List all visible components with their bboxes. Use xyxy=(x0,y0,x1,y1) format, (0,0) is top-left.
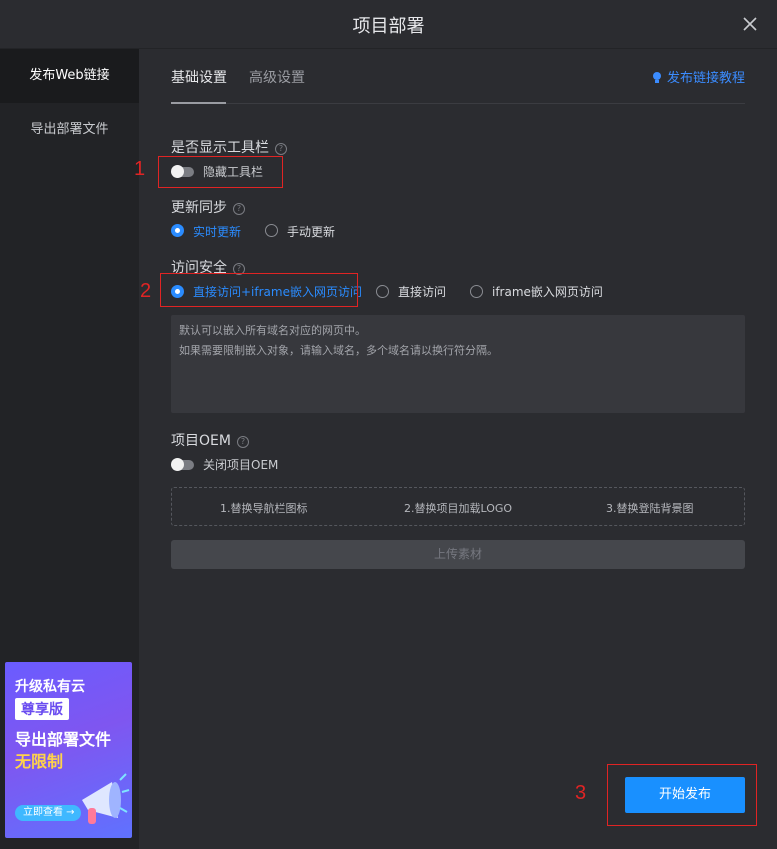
dialog-header: 项目部署 xyxy=(0,0,777,49)
oem-item-navbar-icon[interactable]: 1.替换导航栏图标 xyxy=(220,500,308,516)
annotation-box-1 xyxy=(158,156,283,188)
promo-line4: 无限制 xyxy=(15,752,64,771)
settings-tabs: 基础设置 高级设置 发布链接教程 xyxy=(171,49,745,104)
oem-options-box: 1.替换导航栏图标 2.替换项目加载LOGO 3.替换登陆背景图 xyxy=(171,487,745,526)
textarea-placeholder-line2: 如果需要限制嵌入对象，请输入域名，多个域名请以换行符分隔。 xyxy=(179,344,498,357)
sync-setting-text: 更新同步 xyxy=(171,200,227,216)
upload-material-button[interactable]: 上传素材 xyxy=(171,540,745,569)
megaphone-icon xyxy=(82,773,130,824)
toolbar-setting-text: 是否显示工具栏 xyxy=(171,140,269,156)
promo-view-button[interactable]: 立即查看 → xyxy=(15,805,81,821)
oem-setting-label: 项目OEM? xyxy=(171,430,249,450)
radio-manual-update[interactable] xyxy=(265,224,278,237)
radio-label-direct-access[interactable]: 直接访问 xyxy=(398,283,446,300)
dialog-title: 项目部署 xyxy=(352,16,425,37)
oem-switch-label: 关闭项目OEM xyxy=(203,458,279,472)
radio-label-realtime-update[interactable]: 实时更新 xyxy=(193,223,241,240)
sync-setting-label: 更新同步? xyxy=(171,197,245,217)
radio-realtime-update[interactable] xyxy=(171,224,184,237)
radio-direct-access[interactable] xyxy=(376,285,389,298)
upgrade-promo-banner[interactable]: 升级私有云 尊享版 导出部署文件 无限制 立即查看 → xyxy=(5,662,132,838)
annotation-number-1: 1 xyxy=(134,158,146,180)
oem-setting-text: 项目OEM xyxy=(171,433,231,449)
help-icon[interactable]: ? xyxy=(275,143,287,155)
help-icon[interactable]: ? xyxy=(233,203,245,215)
annotation-number-2: 2 xyxy=(140,280,152,302)
sidebar: 发布Web链接 导出部署文件 升级私有云 尊享版 导出部署文件 无限制 立即查看… xyxy=(0,49,139,849)
oem-item-loading-logo[interactable]: 2.替换项目加载LOGO xyxy=(404,500,512,516)
radio-label-manual-update[interactable]: 手动更新 xyxy=(287,223,335,240)
promo-line3: 导出部署文件 xyxy=(15,730,112,749)
lightbulb-icon xyxy=(652,72,661,83)
radio-label-iframe-access[interactable]: iframe嵌入网页访问 xyxy=(492,283,603,300)
active-tab-indicator xyxy=(171,102,226,104)
domain-whitelist-textarea[interactable]: 默认可以嵌入所有域名对应的网页中。 如果需要限制嵌入对象，请输入域名，多个域名请… xyxy=(171,315,745,413)
tab-advanced-settings[interactable]: 高级设置 xyxy=(249,67,305,87)
help-icon[interactable]: ? xyxy=(236,436,249,448)
radio-iframe-access[interactable] xyxy=(470,285,483,298)
promo-line1: 升级私有云 xyxy=(15,679,85,695)
annotation-box-3 xyxy=(607,764,757,826)
textarea-placeholder-line1: 默认可以嵌入所有域名对应的网页中。 xyxy=(179,324,366,337)
close-icon[interactable] xyxy=(741,15,759,33)
annotation-box-2 xyxy=(160,273,358,307)
toolbar-setting-label: 是否显示工具栏? xyxy=(171,137,287,157)
publish-tutorial-label: 发布链接教程 xyxy=(666,71,745,86)
oem-toggle-switch[interactable] xyxy=(171,458,194,471)
promo-badge: 尊享版 xyxy=(15,698,69,720)
oem-item-login-background[interactable]: 3.替换登陆背景图 xyxy=(606,500,694,516)
sidebar-item-publish-web-link[interactable]: 发布Web链接 xyxy=(0,49,139,103)
sidebar-item-export-deploy-files[interactable]: 导出部署文件 xyxy=(0,103,139,157)
tab-basic-settings[interactable]: 基础设置 xyxy=(171,67,227,87)
annotation-number-3: 3 xyxy=(575,782,587,804)
publish-tutorial-link[interactable]: 发布链接教程 xyxy=(651,67,745,86)
